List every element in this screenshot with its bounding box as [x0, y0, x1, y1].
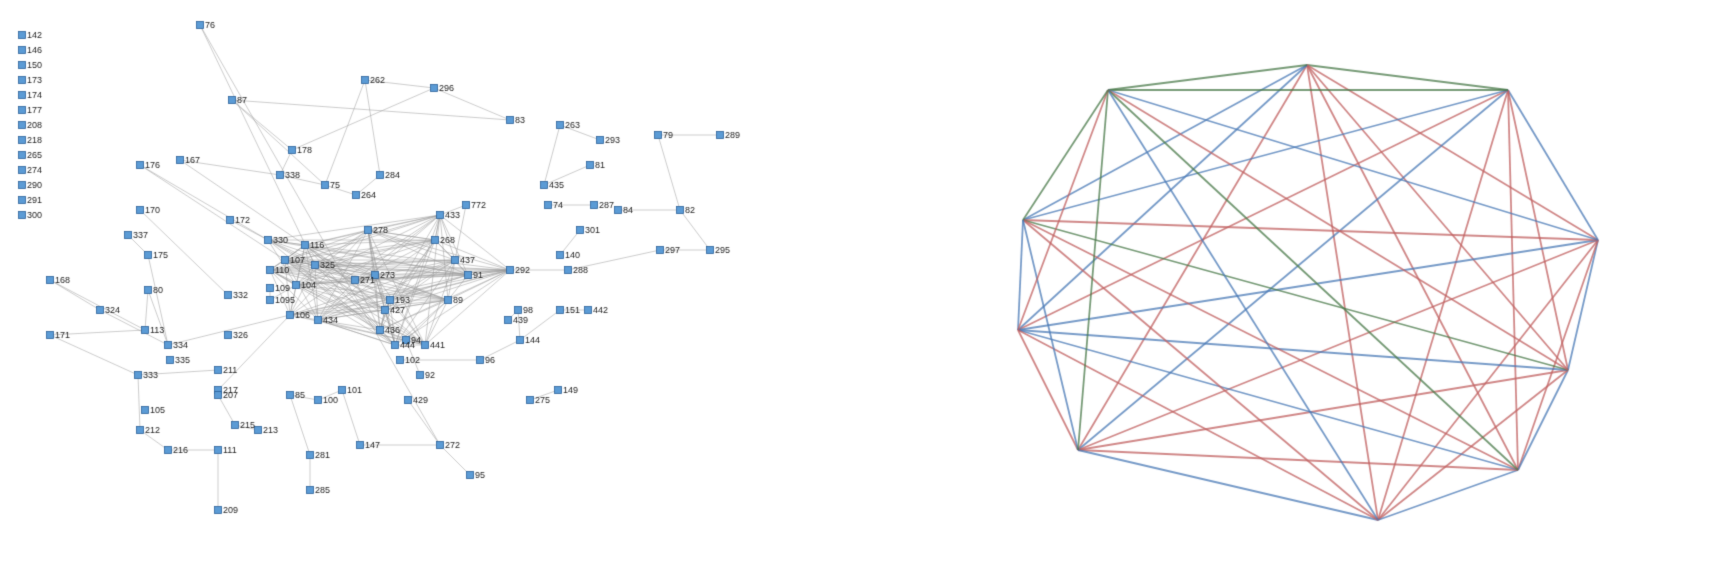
- left-network-canvas: [0, 0, 858, 572]
- right-network-canvas: [858, 0, 1716, 572]
- right-network-panel: [858, 0, 1716, 572]
- left-network-panel: [0, 0, 858, 572]
